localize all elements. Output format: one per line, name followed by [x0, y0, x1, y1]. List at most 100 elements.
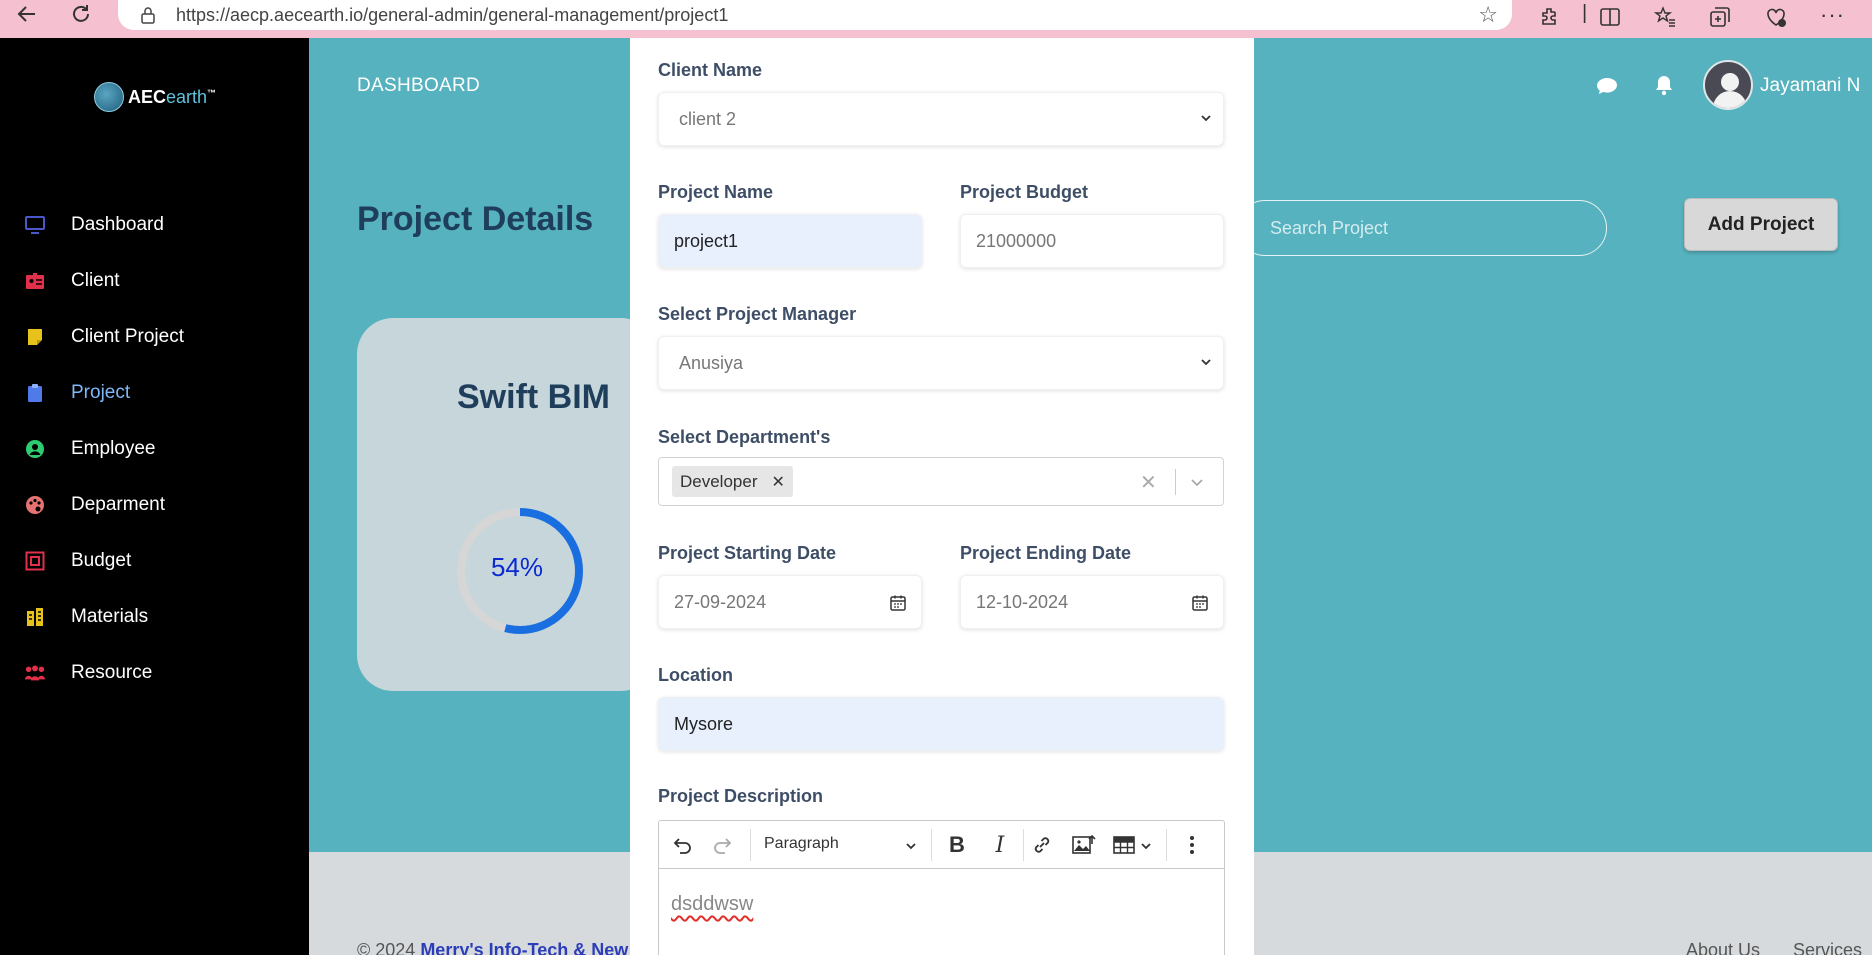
client-name-value: client 2	[679, 109, 737, 129]
refresh-icon[interactable]	[66, 2, 96, 32]
editor-toolbar: Paragraph B I	[659, 821, 1224, 869]
sidebar-item-dashboard[interactable]: Dashboard	[24, 205, 164, 245]
id-card-icon	[24, 270, 46, 292]
project-name-value: project1	[674, 231, 739, 251]
avatar[interactable]	[1703, 60, 1753, 110]
page-title: Project Details	[357, 200, 594, 238]
company-link[interactable]: Merry's Info-Tech & New	[420, 940, 628, 955]
chevron-down-icon[interactable]	[904, 839, 918, 853]
sidebar-item-label: Resource	[71, 662, 153, 683]
footer-link-about[interactable]: About Us	[1686, 940, 1760, 955]
footer-link-services[interactable]: Services	[1793, 940, 1862, 955]
more-options-icon[interactable]: ···	[1820, 2, 1845, 32]
progress-percent: 54%	[490, 552, 544, 582]
sidebar-item-label: Materials	[71, 606, 149, 627]
insert-table-icon[interactable]	[1110, 831, 1138, 859]
user-name[interactable]: Jayamani N	[1760, 75, 1860, 97]
favorites-icon[interactable]	[1653, 2, 1678, 32]
sidebar-item-department[interactable]: Deparment	[24, 485, 165, 525]
toolbar-divider	[931, 829, 932, 861]
brand-logo[interactable]: AECearth™	[94, 82, 216, 112]
divider	[1175, 469, 1176, 495]
sidebar-item-materials[interactable]: Materials	[24, 597, 148, 637]
location-value: Mysore	[674, 714, 734, 734]
project-manager-value: Anusiya	[679, 353, 744, 373]
project-budget-label: Project Budget	[960, 182, 1089, 202]
sidebar-item-employee[interactable]: Employee	[24, 429, 156, 469]
client-name-select[interactable]: client 2	[658, 92, 1224, 146]
split-screen-icon[interactable]	[1598, 2, 1622, 32]
description-text[interactable]: dsddwsw	[671, 893, 753, 916]
palette-icon	[24, 494, 46, 516]
start-date-input[interactable]: 27-09-2024	[658, 575, 922, 629]
client-name-label: Client Name	[658, 60, 763, 80]
bold-icon[interactable]: B	[943, 831, 971, 859]
sidebar-item-resource[interactable]: Resource	[24, 653, 152, 693]
sidebar-item-client-project[interactable]: Client Project	[24, 317, 184, 357]
link-icon[interactable]	[1028, 831, 1056, 859]
lock-icon	[141, 7, 155, 24]
calendar-icon[interactable]	[1191, 594, 1209, 612]
remove-chip-icon[interactable]: ✕	[772, 472, 785, 492]
sidebar-item-client[interactable]: Client	[24, 261, 120, 301]
sidebar-item-project[interactable]: Project	[24, 373, 130, 413]
end-date-label: Project Ending Date	[960, 543, 1132, 563]
departments-label: Select Department's	[658, 427, 831, 447]
add-project-button[interactable]: Add Project	[1684, 198, 1838, 251]
more-vertical-icon[interactable]	[1178, 831, 1206, 859]
sticky-note-icon	[24, 326, 46, 348]
chevron-down-icon[interactable]	[1139, 839, 1153, 853]
collections-icon[interactable]	[1708, 2, 1732, 32]
bell-icon[interactable]	[1654, 74, 1674, 101]
end-date-value: 12-10-2024	[976, 592, 1069, 612]
clear-all-icon[interactable]: ✕	[1140, 470, 1157, 495]
browser-essentials-icon[interactable]	[1764, 2, 1788, 32]
chat-icon[interactable]	[1596, 76, 1618, 101]
dashboard-link[interactable]: DASHBOARD	[357, 75, 480, 97]
start-date-label: Project Starting Date	[658, 543, 837, 563]
browser-toolbar: https://aecp.aecearth.io/general-admin/g…	[0, 0, 1872, 38]
toolbar-divider	[750, 829, 751, 861]
project-name-input[interactable]: project1	[658, 214, 922, 268]
paragraph-format-dropdown[interactable]: Paragraph	[764, 835, 839, 853]
italic-icon[interactable]: I	[986, 831, 1014, 859]
end-date-input[interactable]: 12-10-2024	[960, 575, 1224, 629]
search-placeholder: Search Project	[1270, 218, 1389, 238]
project-budget-value: 21000000	[976, 231, 1057, 251]
toolbar-divider	[1166, 829, 1167, 861]
sidebar-item-label: Client Project	[71, 326, 184, 347]
favorite-star-icon[interactable]: ☆	[1478, 2, 1498, 28]
project-manager-select[interactable]: Anusiya	[658, 336, 1224, 390]
toolbar-divider	[1023, 829, 1024, 861]
department-chip: Developer ✕	[672, 466, 793, 497]
back-arrow-icon[interactable]	[12, 2, 42, 32]
project-card[interactable]: Swift BIM 54%	[357, 318, 657, 691]
insert-image-icon[interactable]	[1070, 831, 1098, 859]
sidebar: AECearth™ Dashboard Client Client Projec…	[0, 38, 309, 955]
calendar-icon[interactable]	[889, 594, 907, 612]
redo-icon[interactable]	[709, 831, 737, 859]
sidebar-item-label: Employee	[71, 438, 156, 459]
globe-icon	[94, 82, 124, 112]
project-name-label: Project Name	[658, 182, 774, 202]
building-icon	[24, 606, 46, 628]
undo-icon[interactable]	[668, 831, 696, 859]
location-label: Location	[658, 665, 733, 685]
departments-multiselect[interactable]: Developer ✕ ✕	[658, 457, 1224, 506]
description-label: Project Description	[658, 786, 824, 806]
extensions-icon[interactable]	[1538, 2, 1562, 32]
address-bar[interactable]: https://aecp.aecearth.io/general-admin/g…	[118, 0, 1512, 30]
description-editor[interactable]: Paragraph B I dsddwsw	[658, 820, 1225, 955]
search-input[interactable]: Search Project	[1237, 200, 1607, 256]
budget-icon	[24, 550, 46, 572]
sidebar-item-label: Project	[71, 382, 131, 403]
chevron-down-icon[interactable]	[1189, 474, 1205, 490]
project-budget-input[interactable]: 21000000	[960, 214, 1224, 268]
divider: |	[1582, 2, 1588, 24]
location-input[interactable]: Mysore	[658, 697, 1224, 751]
brand-name: AECearth™	[128, 86, 217, 107]
project-card-title: Swift BIM	[457, 378, 610, 416]
project-manager-label: Select Project Manager	[658, 304, 857, 324]
sidebar-item-budget[interactable]: Budget	[24, 541, 131, 581]
chevron-down-icon	[1201, 115, 1211, 122]
